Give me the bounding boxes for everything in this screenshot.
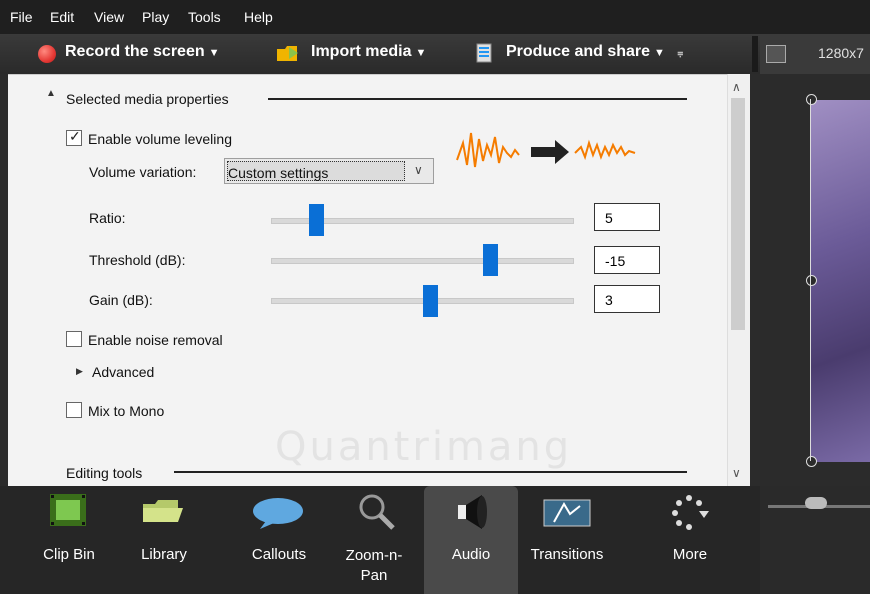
import-label: Import media <box>311 43 412 60</box>
toolbar-divider <box>752 36 758 72</box>
menu-bar: File Edit View Play Tools Help <box>0 0 870 34</box>
mix-to-mono-checkbox[interactable] <box>66 402 82 418</box>
menu-edit[interactable]: Edit <box>50 9 74 25</box>
chevron-down-icon: ▼ <box>654 47 665 59</box>
menu-file[interactable]: File <box>10 9 33 25</box>
produce-label: Produce and share <box>506 43 651 60</box>
collapse-triangle-icon[interactable]: ▲ <box>46 88 56 99</box>
import-media-button[interactable]: Import media ▼ <box>275 43 426 61</box>
threshold-label: Threshold (dB): <box>89 252 186 268</box>
selection-border <box>810 99 811 461</box>
record-icon <box>38 45 56 63</box>
tab-zoom-n-pan[interactable]: Zoom-n-Pan <box>327 486 421 594</box>
volume-variation-label: Volume variation: <box>89 164 197 180</box>
volume-variation-value: Custom settings <box>228 165 329 181</box>
toolbar-overflow-icon[interactable]: ⩦ <box>677 48 683 59</box>
speaker-icon <box>458 495 487 529</box>
preview-image[interactable] <box>810 100 870 462</box>
expand-triangle-icon[interactable]: ▶ <box>76 366 83 377</box>
watermark: Quantrimang <box>275 424 573 470</box>
volume-leveling-illustration <box>456 132 636 168</box>
menu-tools[interactable]: Tools <box>188 9 221 25</box>
more-icon <box>672 495 709 530</box>
gain-label: Gain (dB): <box>89 292 153 308</box>
tab-label: Audio <box>451 546 491 563</box>
tab-label: Callouts <box>251 546 307 563</box>
check-icon: ✓ <box>69 128 81 144</box>
tab-label: Library <box>141 546 187 563</box>
tab-clip-bin[interactable]: Clip Bin <box>22 486 116 594</box>
section-divider <box>174 471 687 473</box>
chevron-down-icon: ▼ <box>415 47 427 59</box>
folder-import-icon <box>277 46 298 61</box>
record-screen-button[interactable]: Record the screen ▼ <box>38 43 220 63</box>
speech-bubble-icon <box>253 498 303 529</box>
advanced-toggle[interactable]: Advanced <box>92 364 154 380</box>
volume-leveling-checkbox[interactable]: ✓ <box>66 128 82 146</box>
tab-transitions[interactable]: Transitions <box>520 486 614 594</box>
volume-leveling-label: Enable volume leveling <box>88 131 232 147</box>
tab-more[interactable]: More <box>643 486 737 594</box>
magnifier-icon <box>359 494 395 530</box>
timeline-zoom-knob[interactable] <box>805 497 827 509</box>
scroll-down-icon[interactable]: ∨ <box>732 466 741 480</box>
scroll-up-icon[interactable]: ∧ <box>732 80 741 94</box>
tab-callouts[interactable]: Callouts <box>232 486 326 594</box>
section-title: Selected media properties <box>66 91 229 107</box>
folder-icon <box>143 500 183 522</box>
menu-play[interactable]: Play <box>142 9 169 25</box>
editing-tools-title: Editing tools <box>66 465 143 481</box>
resize-handle[interactable] <box>806 94 817 105</box>
tab-library[interactable]: Library <box>117 486 211 594</box>
tab-label: Transitions <box>530 546 604 563</box>
toolbar: Record the screen ▼ Import media ▼ Produce… <box>0 34 870 74</box>
noise-removal-label: Enable noise removal <box>88 332 223 348</box>
threshold-slider-thumb[interactable] <box>483 244 499 276</box>
mix-to-mono-label: Mix to Mono <box>88 403 165 419</box>
menu-view[interactable]: View <box>94 9 124 25</box>
threshold-slider-track[interactable] <box>271 258 574 264</box>
record-label: Record the screen <box>65 43 205 60</box>
ratio-label: Ratio: <box>89 210 126 226</box>
canvas-dimensions[interactable]: 1280x7 <box>818 45 864 61</box>
canvas-dimensions-bar: 1280x7 <box>760 34 870 74</box>
resize-handle[interactable] <box>806 275 817 286</box>
scrollbar-thumb[interactable] <box>731 98 745 330</box>
film-icon <box>50 494 86 526</box>
gain-slider-thumb[interactable] <box>423 285 439 317</box>
produce-icon <box>476 43 492 63</box>
tab-label: More <box>672 546 708 563</box>
gain-value-input[interactable]: 3 <box>594 285 660 313</box>
ratio-slider-thumb[interactable] <box>308 204 324 236</box>
noise-removal-checkbox[interactable] <box>66 331 82 347</box>
ratio-value-input[interactable]: 5 <box>594 203 660 231</box>
section-divider <box>268 98 687 100</box>
chevron-down-icon: ▼ <box>208 47 220 59</box>
transition-icon <box>543 499 591 527</box>
menu-help[interactable]: Help <box>244 9 273 25</box>
tab-audio[interactable]: Audio <box>424 486 518 594</box>
resize-handle[interactable] <box>806 456 817 467</box>
produce-share-button[interactable]: Produce and share ▼ ⩦ <box>474 43 683 63</box>
tab-label: Zoom-n-Pan <box>345 547 403 584</box>
fit-icon[interactable] <box>766 45 786 63</box>
threshold-value-input[interactable]: -15 <box>594 246 660 274</box>
chevron-down-icon: ∨ <box>414 163 423 177</box>
tab-label: Clip Bin <box>43 546 95 563</box>
